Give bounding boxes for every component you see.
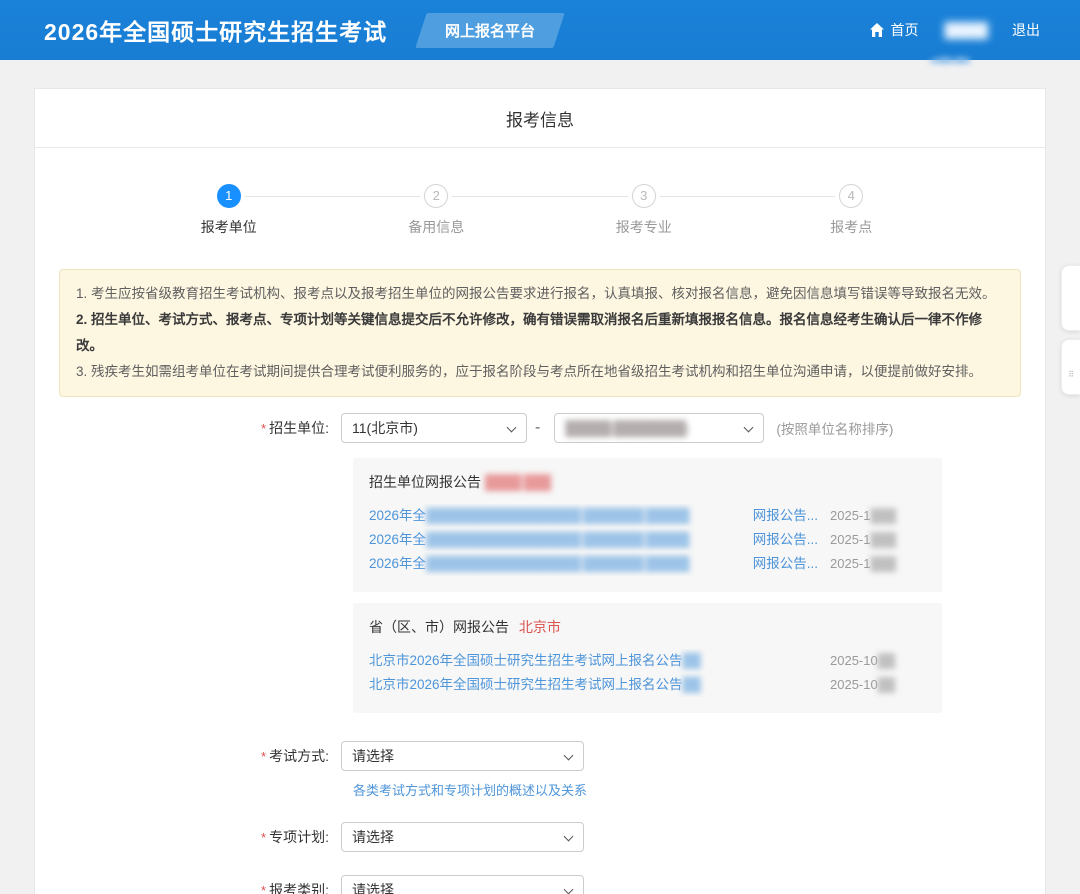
province-select-value: 11(北京市) — [352, 418, 418, 438]
required-mark: * — [261, 830, 266, 845]
province-select[interactable]: 11(北京市) — [341, 413, 527, 443]
step-4-label: 报考点 — [748, 217, 956, 237]
separator-dash: - — [535, 419, 540, 437]
step-4-circle: 4 — [839, 184, 863, 208]
unit-select[interactable]: █████(████████) — [554, 413, 764, 443]
step-exam-site: 4 报考点 — [748, 184, 956, 237]
province-region: 北京市 — [519, 619, 561, 635]
unit-announcement-title: 招生单位网报公告 ████ ███ — [369, 472, 922, 492]
province-announcement-box: 省（区、市）网报公告 北京市 北京市2026年全国硕士研究生招生考试网上报名公告… — [353, 603, 942, 713]
unit-name-redacted: ████ ███ — [485, 474, 550, 490]
province-announcement-item: 北京市2026年全国硕士研究生招生考试网上报名公告 ██ 2025-10██ — [369, 649, 922, 673]
announcement-date: 2025-10██ — [830, 649, 922, 673]
province-announcement-title: 省（区、市）网报公告 北京市 — [369, 617, 922, 637]
announcement-more-link[interactable]: 网报公告... — [753, 504, 818, 528]
step-3-circle: 3 — [632, 184, 656, 208]
category-select[interactable]: 请选择 — [341, 875, 584, 894]
step-1-circle: 1 — [217, 184, 241, 208]
announcement-more-link[interactable]: 网报公告... — [753, 528, 818, 552]
row-exam-method: *考试方式: 请选择 — [35, 741, 1045, 771]
announcement-link[interactable]: 北京市2026年全国硕士研究生招生考试网上报名公告 ██ — [369, 673, 818, 697]
announcement-link[interactable]: 2026年全 ██████████████████ ███████ █████ — [369, 552, 745, 576]
special-plan-label: *专项计划: — [35, 827, 341, 847]
category-select-value: 请选择 — [352, 880, 394, 894]
announcement-link[interactable]: 2026年全 ██████████████████ ███████ █████ — [369, 504, 745, 528]
unit-announcement-item: 2026年全 ██████████████████ ███████ █████ … — [369, 504, 922, 528]
exam-method-help-link[interactable]: 各类考试方式和专项计划的概述以及关系 — [353, 783, 587, 798]
required-mark: * — [261, 883, 266, 894]
announcement-link[interactable]: 北京市2026年全国硕士研究生招生考试网上报名公告 ██ — [369, 649, 818, 673]
nav-home-label: 首页 — [891, 20, 919, 40]
redacted-smudge: ▂▃▄▃▂▄▃ — [930, 50, 1020, 63]
row-category: *报考类别: 请选择 — [35, 875, 1045, 894]
special-plan-select[interactable]: 请选择 — [341, 822, 584, 852]
required-mark: * — [261, 421, 266, 436]
special-plan-select-value: 请选择 — [352, 827, 394, 847]
step-1-label: 报考单位 — [125, 217, 333, 237]
header-nav: 首页 ███ ██ 退出 — [869, 20, 1040, 40]
step-backup-info: 2 备用信息 — [333, 184, 541, 237]
platform-badge-label: 网上报名平台 — [445, 20, 535, 41]
step-indicator: 1 报考单位 2 备用信息 3 报考专业 4 报考点 — [35, 148, 1045, 245]
announcement-date: 2025-1███ — [830, 528, 922, 552]
unit-select-value-redacted: █████(████████) — [565, 420, 688, 436]
announcement-link[interactable]: 2026年全 ██████████████████ ███████ █████ — [369, 528, 745, 552]
exam-method-help-row: 各类考试方式和专项计划的概述以及关系 — [353, 780, 1045, 799]
notice-line-1: 1. 考生应按省级教育招生考试机构、报考点以及报考招生单位的网报公告要求进行报名… — [76, 281, 1004, 307]
row-special-plan: *专项计划: 请选择 — [35, 822, 1045, 852]
main-card: 报考信息 1 报考单位 2 备用信息 3 报考专业 4 报考点 1. 考生应按省… — [34, 88, 1046, 894]
announcement-date: 2025-10██ — [830, 673, 922, 697]
unit-announcement-item: 2026年全 ██████████████████ ███████ █████ … — [369, 528, 922, 552]
step-2-circle: 2 — [424, 184, 448, 208]
notice-line-3: 3. 残疾考生如需组考单位在考试期间提供合理考试便利服务的，应于报名阶段与考点所… — [76, 359, 1004, 385]
username-redacted: ███ ██ — [945, 22, 986, 38]
step-2-label: 备用信息 — [333, 217, 541, 237]
announcement-more-link[interactable]: 网报公告... — [753, 552, 818, 576]
nav-logout[interactable]: 退出 — [1012, 20, 1040, 40]
announcement-date: 2025-1███ — [830, 504, 922, 528]
chevron-down-icon — [564, 751, 574, 761]
floating-side-panel-1[interactable] — [1061, 265, 1080, 331]
recruit-unit-label: *招生单位: — [35, 418, 341, 438]
nav-home[interactable]: 首页 — [869, 20, 919, 40]
app-header: 2026年全国硕士研究生招生考试 网上报名平台 首页 ███ ██ 退出 ▂▃▄… — [0, 0, 1080, 60]
unit-sort-note: (按照单位名称排序) — [776, 418, 893, 438]
announcement-date: 2025-1███ — [830, 552, 922, 576]
app-title: 2026年全国硕士研究生招生考试 — [44, 13, 387, 47]
home-icon — [869, 22, 885, 38]
chevron-down-icon — [507, 423, 517, 433]
chevron-down-icon — [744, 423, 754, 433]
floating-side-panel-2[interactable]: ⠿ — [1061, 339, 1080, 395]
step-report-unit: 1 报考单位 — [125, 184, 333, 237]
exam-method-label: *考试方式: — [35, 746, 341, 766]
required-mark: * — [261, 749, 266, 764]
unit-announcement-item: 2026年全 ██████████████████ ███████ █████ … — [369, 552, 922, 576]
registration-form: *招生单位: 11(北京市) - █████(████████) (按照单位名称… — [35, 413, 1045, 894]
row-recruit-unit: *招生单位: 11(北京市) - █████(████████) (按照单位名称… — [35, 413, 1045, 443]
notice-box: 1. 考生应按省级教育招生考试机构、报考点以及报考招生单位的网报公告要求进行报名… — [59, 269, 1021, 397]
step-3-label: 报考专业 — [540, 217, 748, 237]
exam-method-select[interactable]: 请选择 — [341, 741, 584, 771]
page-title: 报考信息 — [35, 89, 1045, 148]
notice-line-2: 2. 招生单位、考试方式、报考点、专项计划等关键信息提交后不允许修改，确有错误需… — [76, 307, 1004, 359]
province-announcement-item: 北京市2026年全国硕士研究生招生考试网上报名公告 ██ 2025-10██ — [369, 673, 922, 697]
step-major: 3 报考专业 — [540, 184, 748, 237]
unit-announcement-box: 招生单位网报公告 ████ ███ 2026年全 ███████████████… — [353, 458, 942, 592]
category-label: *报考类别: — [35, 880, 341, 894]
chevron-down-icon — [564, 885, 574, 894]
platform-badge: 网上报名平台 — [415, 13, 564, 48]
exam-method-select-value: 请选择 — [352, 746, 394, 766]
chevron-down-icon — [564, 832, 574, 842]
